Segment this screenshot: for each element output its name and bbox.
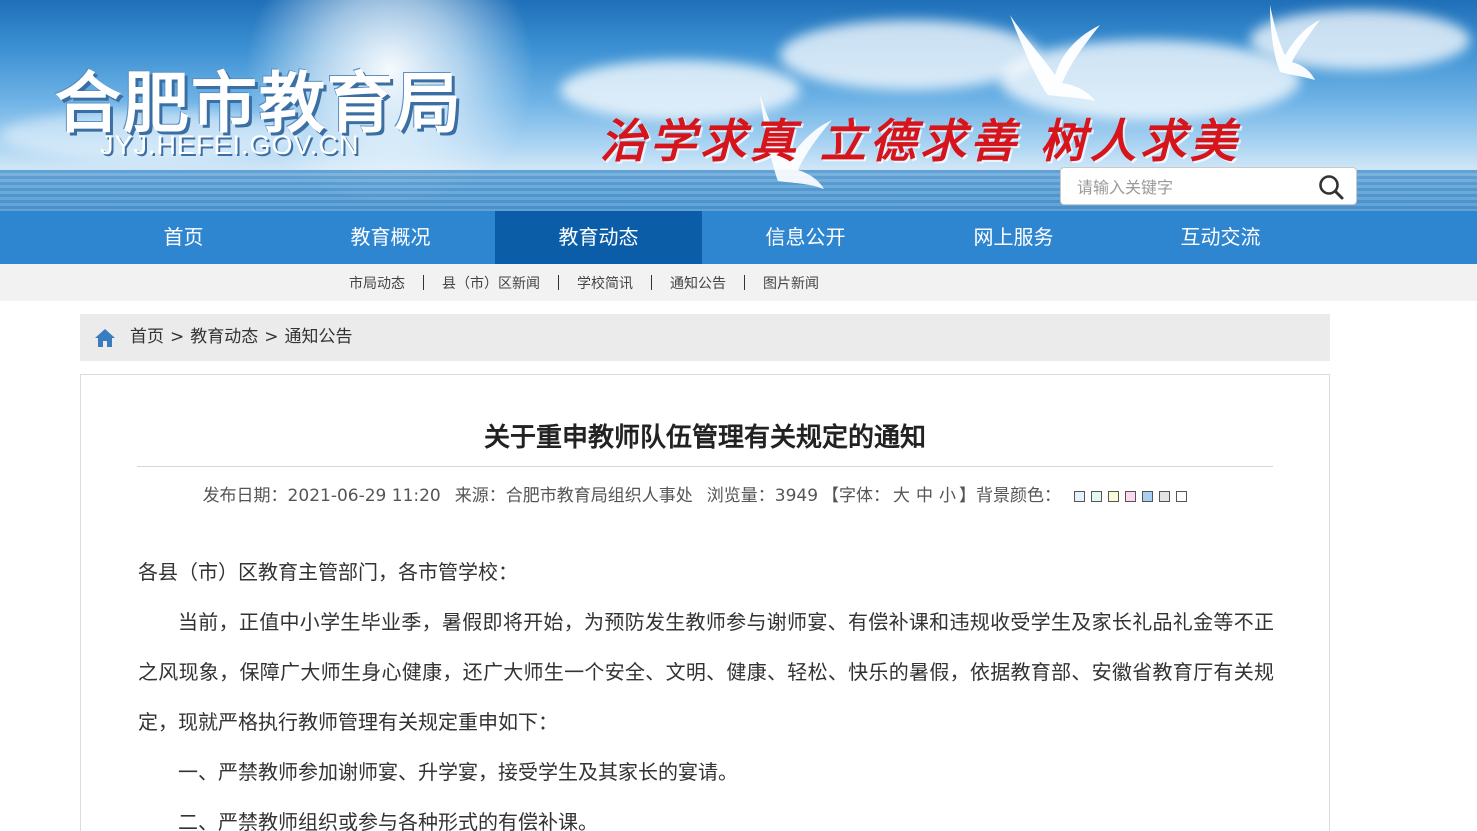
sub-nav: 市局动态 县（市）区新闻 学校简讯 通知公告 图片新闻 <box>0 264 1477 301</box>
search-icon[interactable] <box>1316 172 1346 202</box>
nav-item-education-overview[interactable]: 教育概况 <box>287 211 494 264</box>
bg-swatch-pink[interactable] <box>1125 490 1137 502</box>
site-motto: 治学求真 立德求善 树人求美 <box>600 114 1241 168</box>
breadcrumb: 首页 > 教育动态 > 通知公告 <box>80 314 1330 361</box>
subnav-link-bureau-news[interactable]: 市局动态 <box>349 273 405 293</box>
breadcrumb-education-news[interactable]: 教育动态 <box>190 327 258 347</box>
breadcrumb-separator: > <box>170 327 185 347</box>
swan-icon <box>1010 15 1100 101</box>
bg-swatch-light-blue[interactable] <box>1074 490 1086 502</box>
search-box <box>1060 167 1357 205</box>
main-nav: 首页 教育概况 教育动态 信息公开 网上服务 互动交流 <box>0 211 1477 264</box>
article-paragraph: 一、严禁教师参加谢师宴、升学宴，接受学生及其家长的宴请。 <box>178 760 738 784</box>
article-container: 关于重申教师队伍管理有关规定的通知 发布日期：2021-06-29 11:20 来… <box>80 374 1330 831</box>
font-size-label-open: 【字体： <box>822 486 891 506</box>
article-body: 各县（市）区教育主管部门，各市管学校： 当前，正值中小学生毕业季，暑假即将开始，… <box>138 547 1274 831</box>
article-meta: 发布日期：2021-06-29 11:20 来源：合肥市教育局组织人事处 浏览量：3… <box>81 481 1329 506</box>
bg-swatch-light-yellow[interactable] <box>1108 490 1120 502</box>
article-source: 来源：合肥市教育局组织人事处 <box>454 486 693 506</box>
site-domain: JYJ.HEFEI.GOV.CN <box>100 130 360 160</box>
nav-item-education-news[interactable]: 教育动态 <box>495 211 702 264</box>
article-divider <box>137 466 1273 467</box>
article-paragraph: 二、严禁教师组织或参与各种形式的有偿补课。 <box>178 810 598 831</box>
font-size-medium-button[interactable]: 中 <box>916 486 933 506</box>
subnav-link-school-briefs[interactable]: 学校简讯 <box>577 273 633 293</box>
subnav-link-photo-news[interactable]: 图片新闻 <box>763 273 819 293</box>
article-title: 关于重申教师队伍管理有关规定的通知 <box>483 423 926 453</box>
home-icon <box>95 329 115 347</box>
publish-date: 发布日期：2021-06-29 11:20 <box>202 486 441 506</box>
subnav-divider <box>744 275 745 290</box>
nav-item-home[interactable]: 首页 <box>80 211 287 264</box>
breadcrumb-home[interactable]: 首页 <box>130 327 164 347</box>
bg-swatch-blue[interactable] <box>1142 490 1154 502</box>
subnav-divider <box>558 275 559 290</box>
nav-item-info-disclosure[interactable]: 信息公开 <box>702 211 909 264</box>
bg-swatch-gray[interactable] <box>1159 490 1171 502</box>
font-size-small-button[interactable]: 小 <box>939 486 956 506</box>
article-salutation: 各县（市）区教育主管部门，各市管学校： <box>138 560 518 584</box>
nav-item-interaction[interactable]: 互动交流 <box>1117 211 1324 264</box>
view-count: 浏览量：3949 <box>706 486 819 506</box>
article-paragraph: 当前，正值中小学生毕业季，暑假即将开始，为预防发生教师参与谢师宴、有偿补课和违规… <box>138 610 1274 734</box>
swan-icon <box>1270 5 1320 80</box>
subnav-link-district-news[interactable]: 县（市）区新闻 <box>442 273 540 293</box>
background-swatches <box>1074 486 1193 506</box>
font-size-large-button[interactable]: 大 <box>893 486 910 506</box>
subnav-divider <box>651 275 652 290</box>
font-size-label-close: 】 <box>959 486 977 506</box>
breadcrumb-separator: > <box>264 327 279 347</box>
breadcrumb-notices[interactable]: 通知公告 <box>285 327 353 347</box>
subnav-divider <box>423 275 424 290</box>
bg-swatch-light-cyan[interactable] <box>1091 490 1103 502</box>
nav-item-online-services[interactable]: 网上服务 <box>910 211 1117 264</box>
bg-swatch-white[interactable] <box>1176 490 1188 502</box>
subnav-link-notices[interactable]: 通知公告 <box>670 273 726 293</box>
search-input[interactable] <box>1077 176 1307 198</box>
background-color-label: 背景颜色： <box>976 486 1062 506</box>
